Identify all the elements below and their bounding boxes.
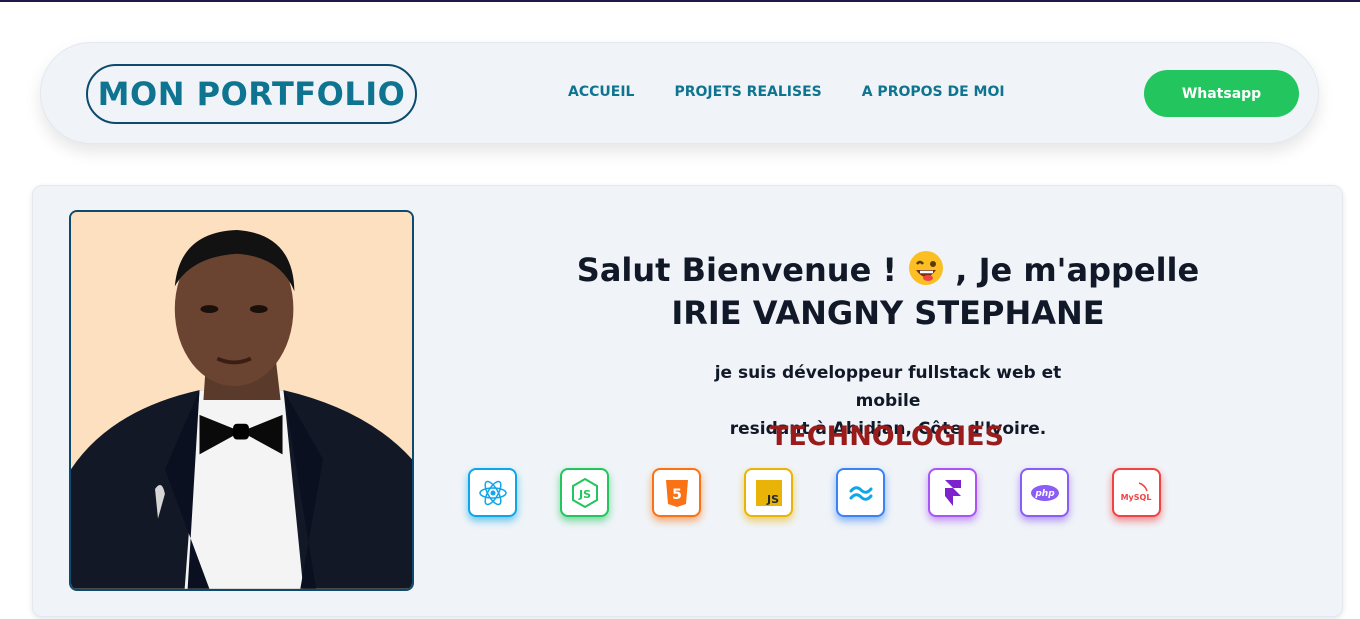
nav-link-projets[interactable]: PROJETS REALISES: [674, 84, 821, 100]
navbar: MON PORTFOLIO ACCUEIL PROJETS REALISES A…: [40, 42, 1319, 144]
hero-title-greeting: Salut Bienvenue !: [576, 251, 897, 289]
tailwind-icon[interactable]: [836, 468, 885, 517]
html5-icon[interactable]: 5: [652, 468, 701, 517]
nav-links: ACCUEIL PROJETS REALISES A PROPOS DE MOI: [568, 84, 1005, 100]
react-icon[interactable]: [468, 468, 517, 517]
nodejs-icon-label: JS: [577, 488, 590, 501]
whatsapp-button[interactable]: Whatsapp: [1144, 70, 1299, 117]
logo[interactable]: MON PORTFOLIO: [86, 64, 417, 124]
hero-title: Salut Bienvenue ! , Je m'appelle IRIE VA…: [543, 250, 1233, 332]
php-icon-label: php: [1034, 489, 1055, 499]
portrait-illustration: [71, 212, 412, 589]
nav-link-accueil[interactable]: ACCUEIL: [568, 84, 634, 100]
nav-link-a-propos[interactable]: A PROPOS DE MOI: [862, 84, 1005, 100]
profile-photo: [69, 210, 414, 591]
technologies-list: JS 5 JS php MySQL: [468, 468, 1161, 517]
hero-desc-line1: je suis développeur fullstack web et mob…: [714, 363, 1062, 411]
technologies-title: TECHNOLOGIES: [769, 421, 1005, 452]
mysql-icon-label: MySQL: [1121, 493, 1151, 502]
javascript-icon[interactable]: JS: [744, 468, 793, 517]
javascript-icon-label: JS: [765, 493, 778, 506]
mysql-icon[interactable]: MySQL: [1112, 468, 1161, 517]
nodejs-icon[interactable]: JS: [560, 468, 609, 517]
grinning-face-icon: [908, 250, 944, 294]
hero-card: Salut Bienvenue ! , Je m'appelle IRIE VA…: [32, 185, 1343, 617]
php-icon[interactable]: php: [1020, 468, 1069, 517]
html5-icon-label: 5: [672, 487, 682, 503]
framer-icon[interactable]: [928, 468, 977, 517]
